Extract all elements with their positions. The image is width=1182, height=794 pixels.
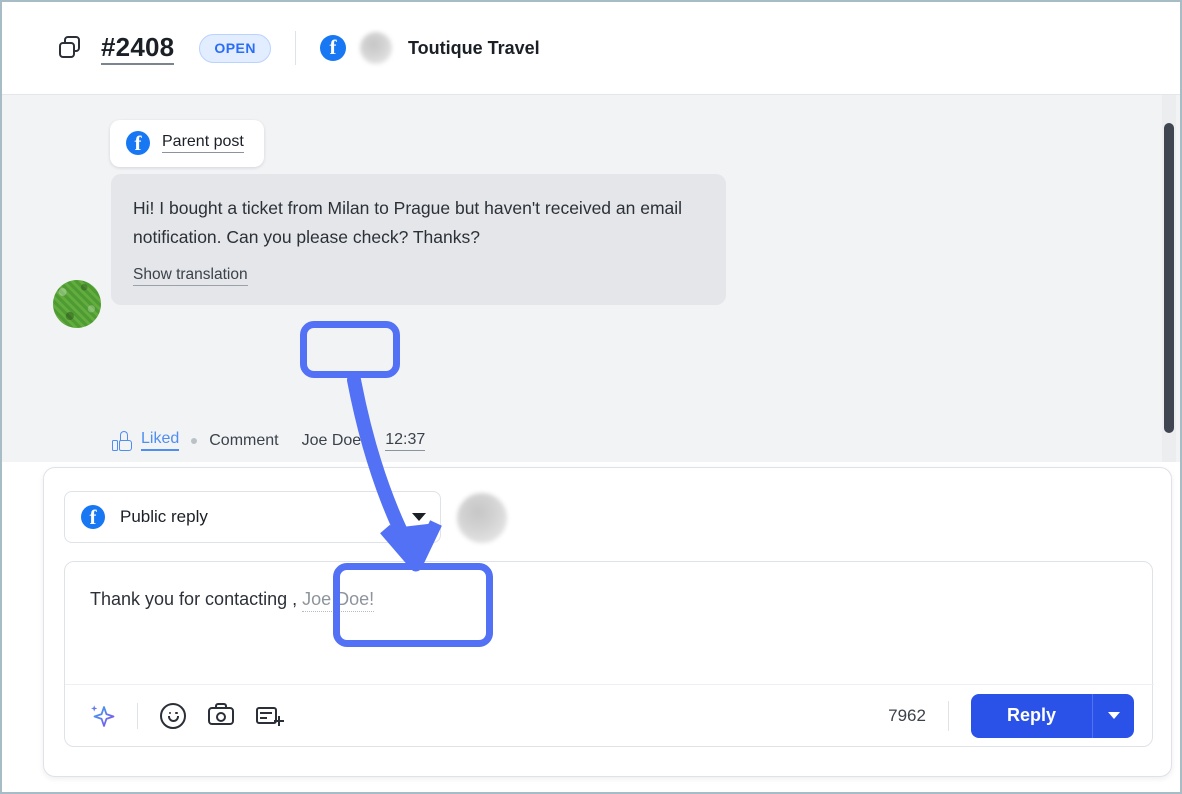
action-separator-dot	[191, 438, 197, 444]
conversation-pane: Parent post Hi! I bought a ticket from M…	[2, 95, 1180, 462]
reply-textarea[interactable]: Thank you for contacting , Joe Doe!	[64, 561, 1153, 747]
reply-composer: Public reply Thank you for contacting , …	[43, 467, 1172, 777]
parent-post-button[interactable]: Parent post	[110, 120, 264, 167]
show-translation-link[interactable]: Show translation	[133, 266, 248, 286]
note-line-1	[260, 712, 272, 714]
composer-toolbar: 7962 Reply	[65, 684, 1154, 746]
emoji-mouth	[168, 716, 179, 722]
header-divider	[295, 31, 296, 65]
chevron-down-icon	[1108, 712, 1120, 719]
emoji-eye-left	[169, 712, 172, 715]
facebook-icon	[126, 131, 150, 155]
parent-post-label: Parent post	[162, 133, 244, 153]
message-bubble: Hi! I bought a ticket from Milan to Prag…	[111, 174, 726, 305]
chevron-down-icon	[412, 513, 426, 521]
annotation-box-target	[333, 563, 493, 647]
sparkle-ai-icon[interactable]	[89, 703, 115, 729]
count-divider	[948, 701, 949, 731]
facebook-icon	[81, 505, 105, 529]
reply-button[interactable]: Reply	[971, 694, 1092, 738]
agent-avatar	[457, 493, 507, 543]
thumbs-up-pad	[112, 440, 118, 451]
reply-dropdown-button[interactable]	[1092, 694, 1134, 738]
annotation-box-source	[300, 321, 400, 378]
emoji-icon[interactable]	[160, 703, 186, 729]
thumbs-up-thumb	[120, 431, 128, 441]
message-time[interactable]: 12:37	[385, 431, 425, 451]
message-text: Hi! I bought a ticket from Milan to Prag…	[133, 194, 704, 251]
brand-avatar	[360, 32, 392, 64]
thumbs-up-hand	[119, 440, 132, 451]
note-plus-h	[274, 720, 284, 722]
reply-button-group: Reply	[971, 694, 1134, 738]
ticket-header: #2408 OPEN Toutique Travel	[2, 2, 1180, 95]
customer-avatar	[53, 280, 101, 328]
reply-type-dropdown[interactable]: Public reply	[64, 491, 441, 543]
thumbs-up-icon[interactable]	[112, 431, 133, 451]
note-line-2	[260, 717, 267, 719]
add-note-icon[interactable]	[256, 703, 282, 729]
comment-link[interactable]: Comment	[209, 432, 278, 450]
copy-icon-front	[59, 42, 75, 58]
message-author: Joe Doe	[302, 432, 362, 450]
message-action-row: Liked Comment Joe Doe 12:37	[112, 430, 425, 451]
reply-text-prefix: Thank you for contacting ,	[90, 589, 297, 609]
toolbar-divider	[137, 703, 138, 729]
ticket-id[interactable]: #2408	[101, 32, 174, 65]
scrollbar-thumb[interactable]	[1164, 123, 1174, 433]
reply-type-value: Public reply	[120, 507, 412, 527]
facebook-icon	[320, 35, 346, 61]
reply-text-content: Thank you for contacting , Joe Doe!	[90, 589, 374, 610]
liked-link[interactable]: Liked	[141, 430, 179, 451]
character-count: 7962	[888, 706, 926, 726]
camera-icon[interactable]	[208, 703, 234, 729]
app-window: #2408 OPEN Toutique Travel Parent post H…	[0, 0, 1182, 794]
camera-lens	[216, 712, 226, 722]
copy-icon[interactable]	[59, 36, 83, 60]
emoji-eye-right	[175, 712, 178, 715]
brand-name: Toutique Travel	[408, 38, 540, 59]
status-badge[interactable]: OPEN	[199, 34, 271, 63]
